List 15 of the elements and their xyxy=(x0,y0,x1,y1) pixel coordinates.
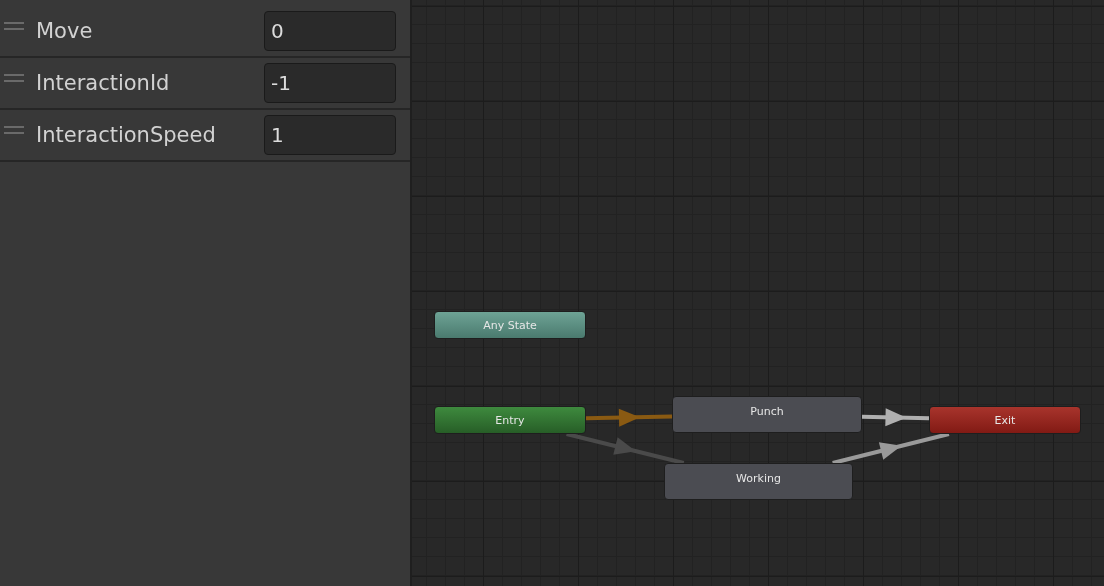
parameter-name: Move xyxy=(36,19,94,43)
transition-arrow[interactable] xyxy=(861,408,930,427)
state-node[interactable]: Entry xyxy=(434,406,586,434)
drag-handle-icon[interactable] xyxy=(4,22,24,30)
state-node[interactable]: Punch xyxy=(672,396,862,433)
parameter-name: InteractionId xyxy=(36,71,171,95)
drag-handle-icon[interactable] xyxy=(4,126,24,134)
parameter-value-field[interactable]: 1 xyxy=(264,115,396,155)
state-node[interactable]: Exit xyxy=(929,406,1081,434)
transition-arrow[interactable] xyxy=(832,432,950,465)
parameter-value-field[interactable]: 0 xyxy=(264,11,396,51)
parameter-value-field[interactable]: -1 xyxy=(264,63,396,103)
drag-handle-icon[interactable] xyxy=(4,74,24,82)
state-node[interactable]: Working xyxy=(664,463,853,500)
parameter-name: InteractionSpeed xyxy=(36,123,217,147)
